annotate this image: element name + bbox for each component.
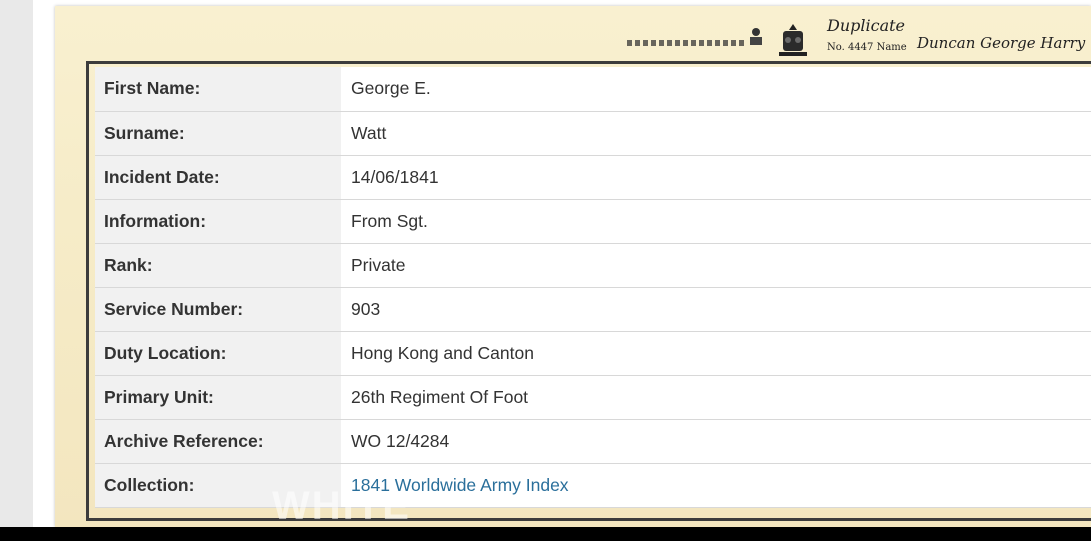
field-value: 26th Regiment Of Foot	[341, 375, 1091, 420]
small-crest-icon	[750, 28, 762, 45]
duplicate-handwriting: Duplicate	[827, 16, 906, 35]
field-value: Private	[341, 243, 1091, 288]
field-value: Watt	[341, 111, 1091, 156]
record-details-table: First Name: George E. Surname: Watt Inci…	[95, 67, 1091, 508]
field-value: 14/06/1841	[341, 155, 1091, 200]
field-value: 903	[341, 287, 1091, 332]
field-value: Hong Kong and Canton	[341, 331, 1091, 376]
table-row: Service Number: 903	[95, 287, 1091, 332]
table-row: Primary Unit: 26th Regiment Of Foot	[95, 375, 1091, 420]
field-value: From Sgt.	[341, 199, 1091, 244]
table-row: Collection: 1841 Worldwide Army Index	[95, 463, 1091, 508]
table-row: Incident Date: 14/06/1841	[95, 155, 1091, 200]
number-name-line: No. 4447 Name	[827, 42, 907, 53]
field-label: Archive Reference:	[95, 419, 342, 464]
field-label: Incident Date:	[95, 155, 342, 200]
field-label: Primary Unit:	[95, 375, 342, 420]
table-row: Rank: Private	[95, 243, 1091, 288]
left-gutter	[0, 0, 33, 527]
table-row: Duty Location: Hong Kong and Canton	[95, 331, 1091, 376]
table-row: Surname: Watt	[95, 111, 1091, 156]
field-value-cell: 1841 Worldwide Army Index	[341, 463, 1091, 508]
field-label: Information:	[95, 199, 342, 244]
watermark: WHITE	[272, 484, 411, 528]
handwritten-name: Duncan George Harry	[917, 34, 1086, 52]
table-row: Information: From Sgt.	[95, 199, 1091, 244]
certificate-header: Duplicate No. 4447 Name Duncan George Ha…	[615, 16, 1091, 64]
bottom-black-bar	[0, 527, 1091, 541]
table-row: Archive Reference: WO 12/4284	[95, 419, 1091, 464]
field-label: Service Number:	[95, 287, 342, 332]
table-row: First Name: George E.	[95, 67, 1091, 112]
field-label: Rank:	[95, 243, 342, 288]
field-value: WO 12/4284	[341, 419, 1091, 464]
royal-crest-icon	[779, 24, 807, 56]
field-label: Surname:	[95, 111, 342, 156]
field-value: George E.	[341, 67, 1091, 112]
printed-form-text	[627, 40, 747, 46]
field-label: First Name:	[95, 67, 342, 112]
field-label: Duty Location:	[95, 331, 342, 376]
